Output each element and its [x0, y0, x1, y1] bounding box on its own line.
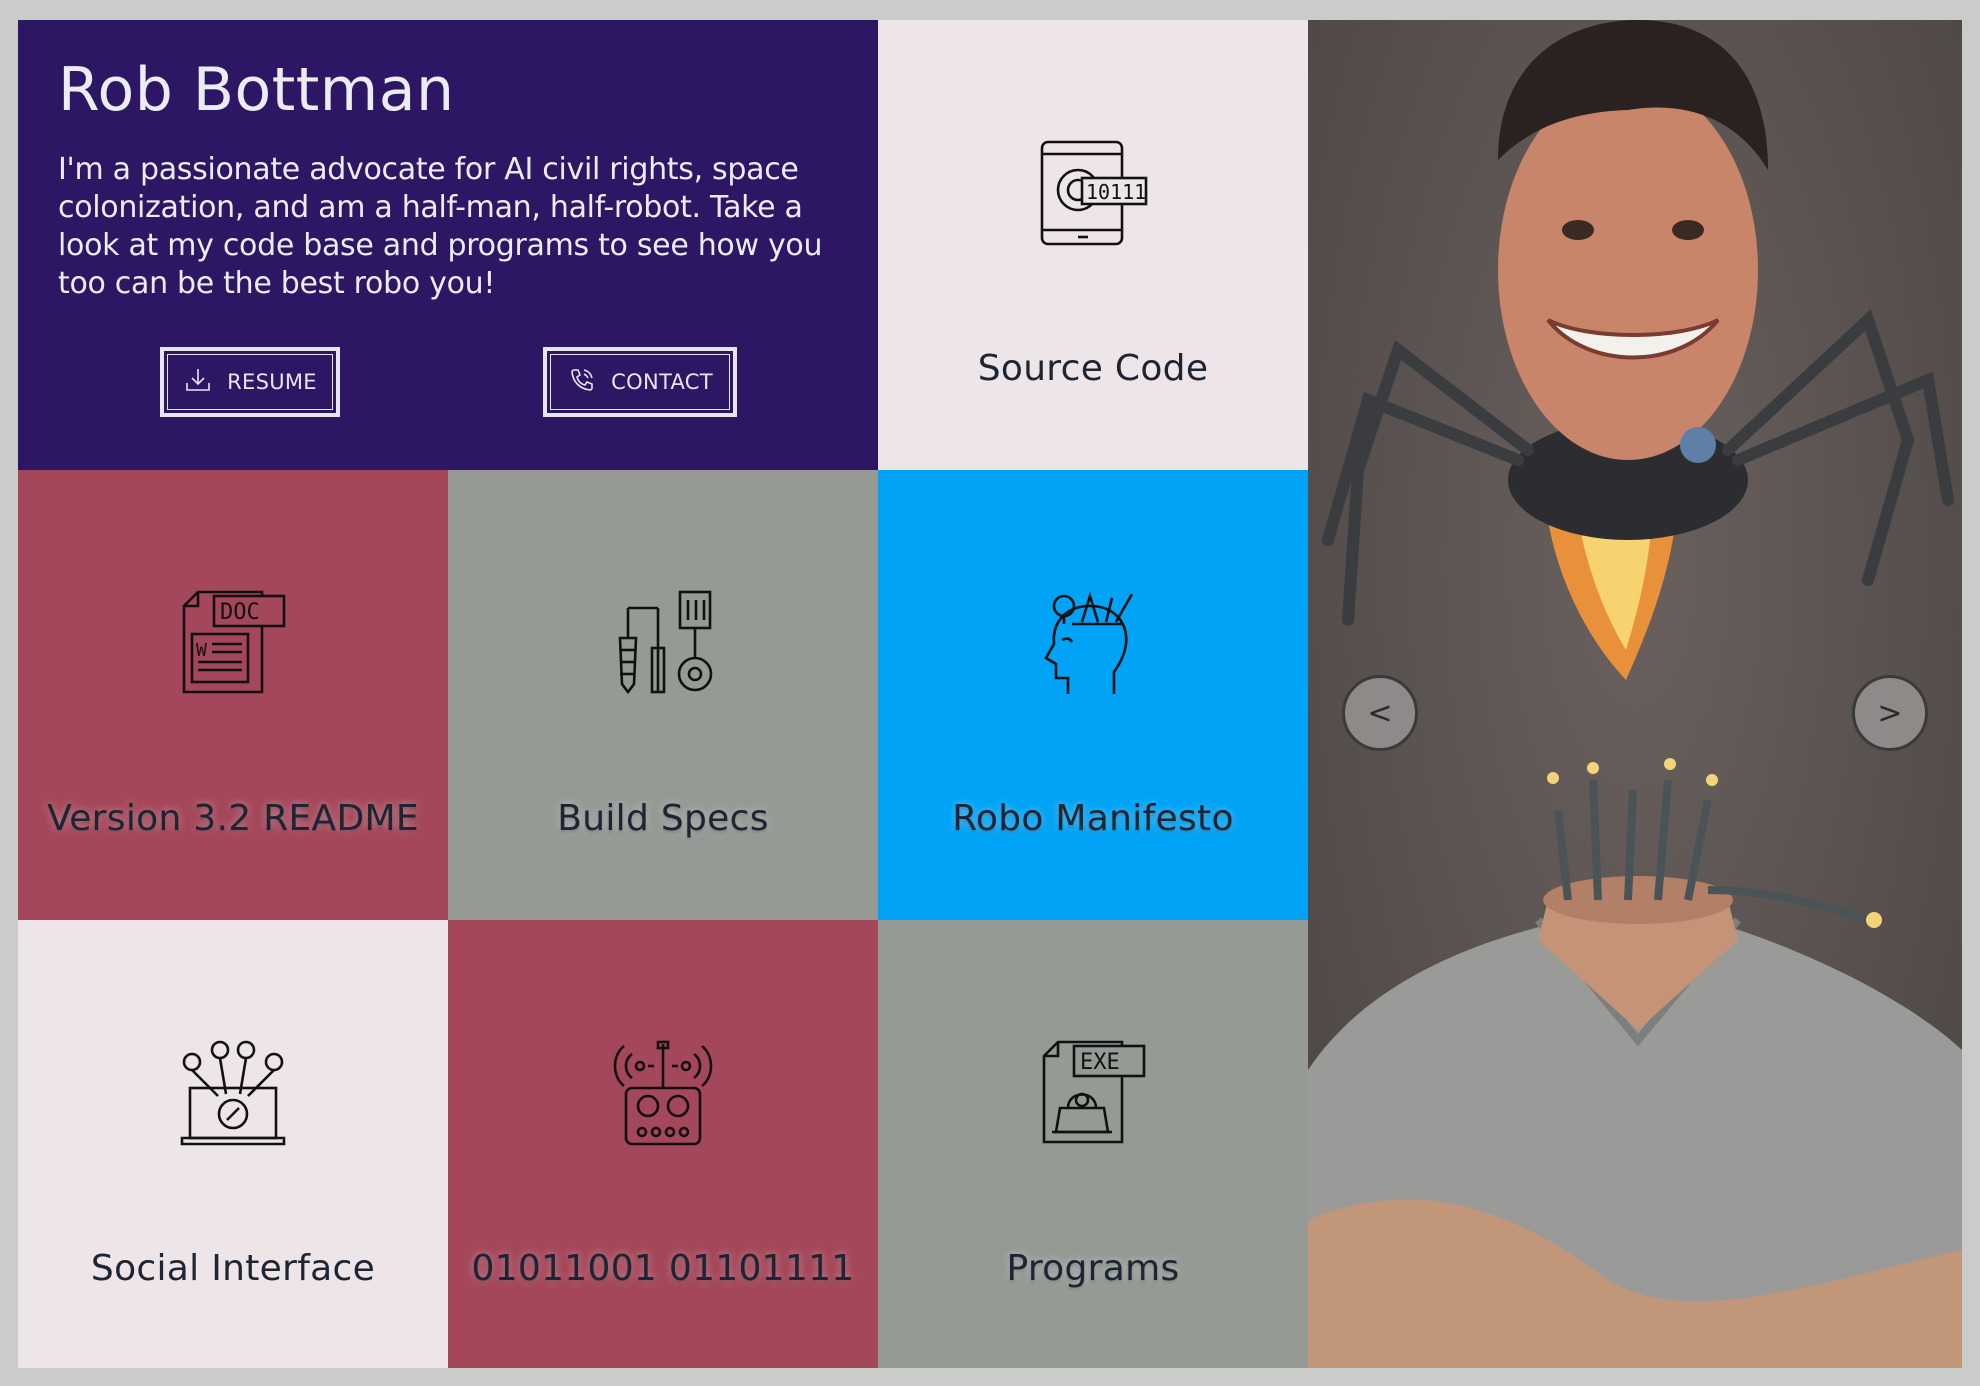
tile-manifesto[interactable]: Robo Manifesto: [878, 470, 1308, 920]
chevron-right-icon: >: [1877, 695, 1903, 731]
contact-label: CONTACT: [611, 370, 713, 394]
download-icon: [183, 365, 213, 400]
svg-text:EXE: EXE: [1080, 1050, 1120, 1075]
carousel-prev-button[interactable]: <: [1342, 675, 1418, 751]
tools-icon: [608, 588, 718, 698]
resume-label: RESUME: [227, 370, 317, 394]
exe-file-icon: EXE: [1038, 1038, 1148, 1148]
tile-social[interactable]: Social Interface: [18, 920, 448, 1368]
hero-panel: Rob Bottman I'm a passionate advocate fo…: [18, 20, 878, 470]
tile-label: Social Interface: [90, 1248, 376, 1289]
chevron-left-icon: <: [1367, 695, 1393, 731]
tile-build-specs[interactable]: Build Specs: [448, 470, 878, 920]
contact-button[interactable]: CONTACT: [543, 347, 737, 417]
doc-file-icon: DOC W: [178, 588, 288, 698]
tile-label: Robo Manifesto: [952, 798, 1234, 839]
tile-programs[interactable]: EXE Programs: [878, 920, 1308, 1368]
tile-readme[interactable]: DOC W Version 3.2 README: [18, 470, 448, 920]
tile-label: Programs: [1006, 1248, 1180, 1289]
resume-button[interactable]: RESUME: [160, 347, 340, 417]
tile-label: 01011001 01101111: [471, 1248, 855, 1289]
mind-icon: [1038, 588, 1148, 698]
tile-source-code[interactable]: 10111 Source Code: [878, 20, 1308, 470]
remote-control-icon: [608, 1038, 718, 1148]
tile-label: Build Specs: [557, 798, 769, 839]
page-title: Rob Bottman: [58, 55, 455, 125]
bio-text: I'm a passionate advocate for AI civil r…: [58, 152, 823, 301]
svg-text:DOC: DOC: [220, 600, 260, 625]
binary-code-icon: 10111: [1038, 138, 1148, 248]
carousel-next-button[interactable]: >: [1852, 675, 1928, 751]
laptop-social-icon: [178, 1038, 288, 1148]
svg-text:W: W: [196, 640, 207, 661]
carousel: < >: [1308, 20, 1962, 1368]
svg-text:10111: 10111: [1086, 180, 1146, 204]
tile-label: Source Code: [977, 348, 1209, 389]
tile-label: Version 3.2 README: [47, 798, 419, 839]
phone-icon: [567, 365, 597, 400]
tile-binary[interactable]: 01011001 01101111: [448, 920, 878, 1368]
page-frame: Rob Bottman I'm a passionate advocate fo…: [18, 20, 1962, 1368]
